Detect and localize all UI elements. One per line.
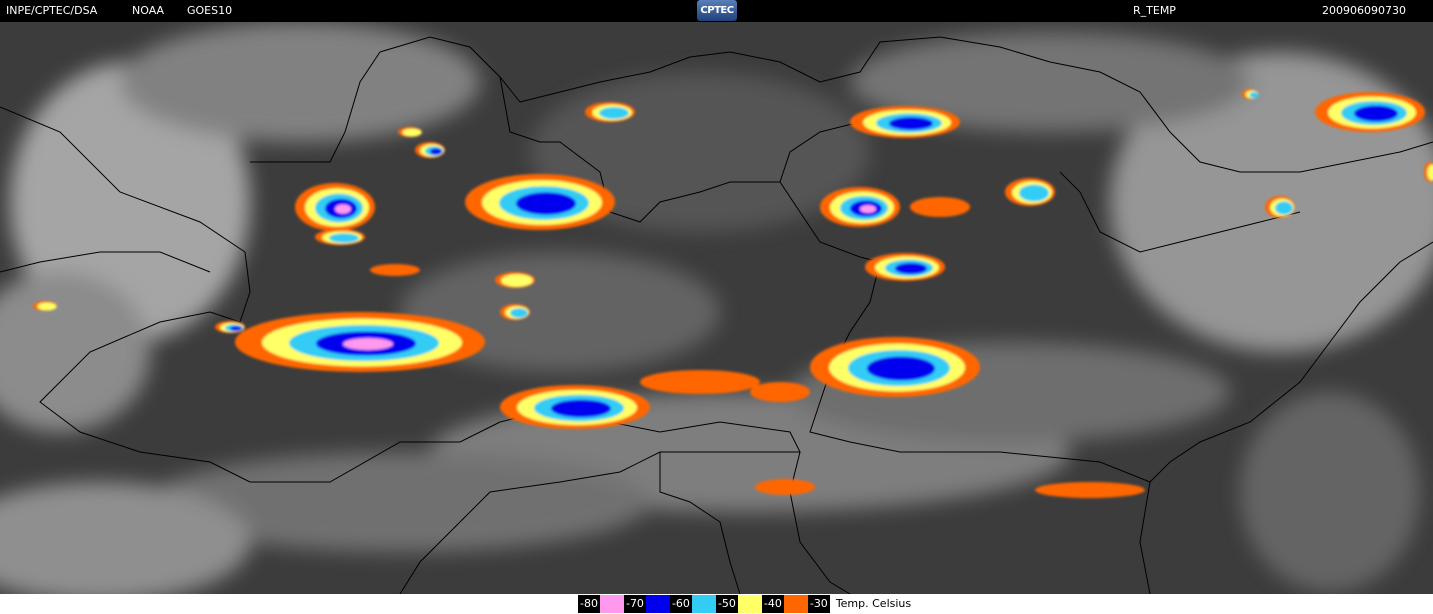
legend-swatch [599, 595, 624, 613]
satellite-image-page: INPE/CPTEC/DSA NOAA GOES10 CPTEC R_TEMP … [0, 0, 1433, 614]
storm-layer [867, 356, 935, 381]
legend-bar: -80 -70 -60 -50 -40 -30 Temp. Celsius [0, 594, 1433, 614]
product-label: R_TEMP [1133, 4, 1176, 17]
storm-layer [516, 192, 576, 215]
storm-cell [465, 174, 615, 230]
storm-cell [315, 229, 365, 245]
source-label: INPE/CPTEC/DSA [6, 4, 98, 17]
storm-cell [640, 370, 760, 394]
storm-layer [370, 264, 420, 276]
storm-layer [1019, 184, 1049, 202]
storm-cell [1005, 178, 1055, 206]
storm-layer [1035, 482, 1145, 498]
legend-label: -50 [715, 595, 738, 613]
storm-cell [585, 102, 635, 122]
storm-layer [402, 128, 422, 137]
storm-cell [500, 385, 650, 429]
satellite-label: GOES10 [187, 4, 233, 17]
storm-cell [33, 301, 57, 311]
agency-label: NOAA [132, 4, 165, 17]
legend-label: -80 [578, 595, 600, 613]
legend-swatch [783, 595, 808, 613]
storm-cell [415, 142, 445, 158]
storm-layer [599, 107, 629, 119]
storm-layer [430, 148, 442, 155]
storm-layer [640, 370, 760, 394]
storm-layer [1354, 105, 1398, 122]
storm-cell [865, 253, 945, 281]
storm-cell [235, 312, 485, 372]
legend-label: -70 [623, 595, 646, 613]
legend-units: Temp. Celsius [829, 595, 912, 613]
storm-layer [510, 308, 528, 318]
satellite-map [0, 22, 1433, 594]
storm-layer [910, 197, 970, 217]
legend-label: -60 [669, 595, 692, 613]
storm-layer [343, 338, 393, 350]
storm-cell [295, 183, 375, 231]
storm-cell [370, 264, 420, 276]
storm-cell [820, 187, 900, 227]
storm-cell [495, 272, 535, 288]
storm-cell [1035, 482, 1145, 498]
map-canvas [0, 22, 1433, 594]
storm-layer [1275, 201, 1293, 215]
storm-cell [755, 479, 815, 495]
storm-layer [335, 204, 351, 214]
header-bar: INPE/CPTEC/DSA NOAA GOES10 CPTEC R_TEMP … [0, 0, 1433, 22]
legend-swatch [645, 595, 670, 613]
storm-layer [230, 326, 242, 331]
storm-cell [1265, 196, 1295, 218]
storm-layer [37, 302, 57, 311]
storm-layer [755, 479, 815, 495]
storm-cell [810, 337, 980, 397]
temperature-legend: -80 -70 -60 -50 -40 -30 Temp. Celsius [578, 595, 912, 613]
storm-layer [895, 262, 927, 275]
storm-layer [750, 382, 810, 402]
timestamp-label: 200906090730 [1322, 4, 1406, 17]
storm-layer [501, 274, 533, 287]
legend-swatch [691, 595, 716, 613]
storm-layer [889, 117, 933, 130]
storm-layer [860, 205, 876, 213]
storm-cell [750, 382, 810, 402]
storm-cell [215, 321, 245, 333]
storm-cell [910, 197, 970, 217]
storm-layer [329, 233, 359, 243]
legend-label: -30 [807, 595, 830, 613]
storm-layer [1249, 92, 1259, 98]
storm-cell [500, 304, 530, 320]
cptec-logo: CPTEC [697, 0, 737, 21]
storm-layer [551, 399, 611, 418]
storm-cell [1315, 92, 1425, 132]
legend-swatch [737, 595, 762, 613]
storm-cell [850, 106, 960, 138]
storm-cell [398, 127, 422, 137]
legend-label: -40 [761, 595, 784, 613]
